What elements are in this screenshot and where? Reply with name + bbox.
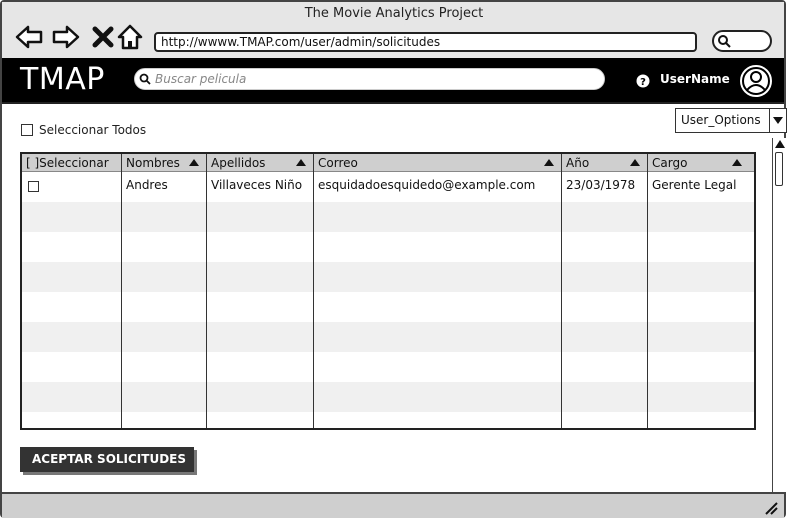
- sort-asc-icon[interactable]: [732, 159, 742, 166]
- search-icon: [139, 73, 151, 85]
- sort-asc-icon[interactable]: [189, 159, 199, 166]
- table-row-empty: [22, 412, 754, 428]
- table-row-empty: [22, 232, 754, 262]
- col-header-correo[interactable]: Correo: [315, 154, 358, 172]
- column-divider: [206, 154, 207, 428]
- column-divider: [647, 154, 648, 428]
- cell-anio: 23/03/1978: [566, 178, 636, 192]
- select-all-checkbox[interactable]: [21, 124, 33, 136]
- vertical-scrollbar[interactable]: [772, 138, 786, 492]
- cell-correo: esquidadoesquidedo@example.com: [318, 178, 536, 192]
- table-row-empty: [22, 292, 754, 322]
- back-icon[interactable]: [14, 22, 44, 52]
- user-avatar-icon[interactable]: [739, 64, 773, 98]
- col-header-cargo[interactable]: Cargo: [649, 154, 687, 172]
- home-icon[interactable]: [115, 22, 145, 52]
- cell-cargo: Gerente Legal: [652, 178, 737, 192]
- user-options-label: User_Options: [681, 113, 761, 127]
- app-logo[interactable]: TMAP: [20, 60, 105, 100]
- movie-search-box[interactable]: [134, 68, 605, 90]
- sort-asc-icon[interactable]: [296, 159, 306, 166]
- sort-asc-icon[interactable]: [544, 159, 554, 166]
- search-input[interactable]: [155, 69, 595, 89]
- table-row-empty: [22, 262, 754, 292]
- col-header-apellidos[interactable]: Apellidos: [208, 154, 265, 172]
- resize-grip-icon[interactable]: [763, 500, 779, 519]
- url-bar[interactable]: http://wwww.TMAP.com/user/admin/solicitu…: [154, 32, 697, 52]
- column-divider: [313, 154, 314, 428]
- search-icon: [718, 35, 731, 48]
- sort-asc-icon[interactable]: [630, 159, 640, 166]
- user-options-dropdown[interactable]: User_Options: [675, 108, 787, 133]
- table-row[interactable]: Andres Villaveces Niño esquidadoesquided…: [22, 172, 754, 202]
- table-row-empty: [22, 382, 754, 412]
- close-icon[interactable]: [88, 22, 118, 52]
- col-header-nombres[interactable]: Nombres: [123, 154, 180, 172]
- status-bar: [2, 492, 784, 518]
- browser-search-button[interactable]: [712, 30, 772, 52]
- chevron-down-icon[interactable]: [769, 109, 787, 132]
- table-row-empty: [22, 352, 754, 382]
- table-header: [ ]Seleccionar Nombres Apellidos Correo …: [22, 154, 754, 172]
- help-icon[interactable]: ?: [636, 73, 650, 88]
- column-divider: [121, 154, 122, 428]
- table-row-empty: [22, 202, 754, 232]
- select-all-label: Seleccionar Todos: [39, 123, 147, 137]
- forward-icon[interactable]: [51, 22, 81, 52]
- col-header-seleccionar[interactable]: [ ]Seleccionar: [23, 154, 109, 172]
- scrollbar-thumb[interactable]: [775, 152, 783, 186]
- select-all[interactable]: Seleccionar Todos: [21, 122, 146, 138]
- window-title: The Movie Analytics Project: [304, 6, 484, 21]
- column-divider: [561, 154, 562, 428]
- requests-table: [ ]Seleccionar Nombres Apellidos Correo …: [20, 152, 756, 430]
- svg-text:?: ?: [640, 77, 646, 88]
- cell-apellidos: Villaveces Niño: [211, 178, 303, 192]
- table-row-empty: [22, 322, 754, 352]
- row-checkbox[interactable]: [28, 181, 39, 192]
- cell-nombres: Andres: [126, 178, 168, 192]
- accept-requests-button[interactable]: ACEPTAR SOLICITUDES: [20, 447, 194, 472]
- col-header-anio[interactable]: Año: [563, 154, 589, 172]
- username-label[interactable]: UserName: [660, 72, 730, 86]
